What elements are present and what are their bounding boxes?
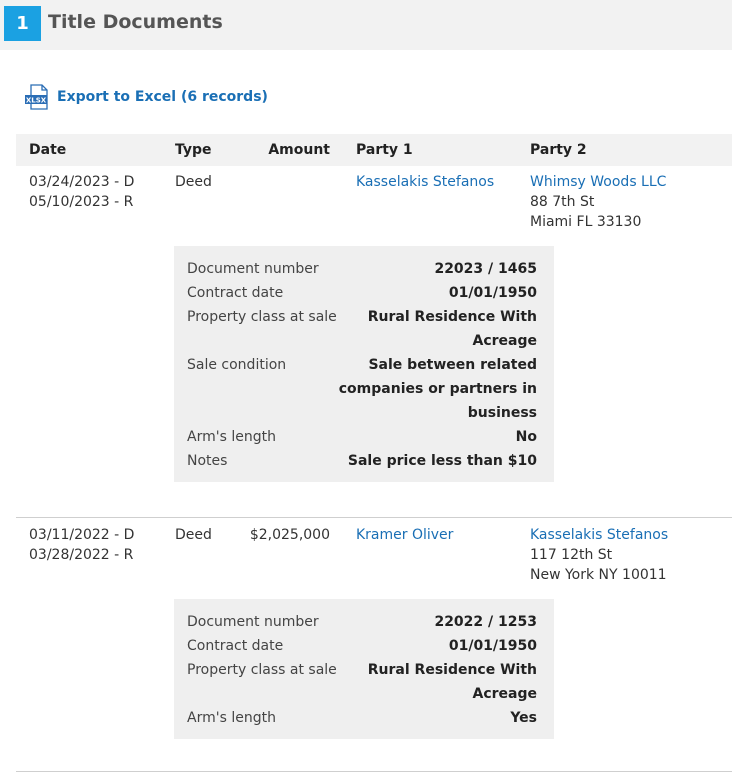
party1-link[interactable]: Kramer Oliver [356, 525, 453, 545]
party2-link[interactable]: Whimsy Woods LLC [530, 172, 666, 192]
document-details-panel: Document number 22022 / 1253 Contract da… [174, 599, 554, 739]
detail-value: business [467, 405, 537, 421]
row-divider [16, 517, 732, 518]
detail-value: 01/01/1950 [448, 285, 537, 301]
detail-value: No [515, 429, 537, 445]
detail-label: Contract date [187, 638, 284, 654]
column-header-type[interactable]: Type [175, 142, 212, 158]
section-header: 1 Title Documents [0, 0, 732, 50]
recorded-date-r: 03/28/2022 - R [29, 547, 134, 563]
detail-value: 22023 / 1465 [434, 261, 537, 277]
detail-label: Arm's length [187, 429, 276, 445]
detail-value: Rural Residence With [367, 309, 537, 325]
doc-amount: $2,025,000 [249, 527, 330, 543]
doc-type: Deed [175, 174, 212, 190]
detail-label: Document number [187, 261, 319, 277]
detail-label: Property class at sale [187, 309, 337, 325]
party2-address-line2: Miami FL 33130 [530, 214, 642, 230]
section-number-badge: 1 [4, 6, 41, 41]
column-header-amount[interactable]: Amount [268, 142, 330, 158]
detail-label: Property class at sale [187, 662, 337, 678]
detail-label: Document number [187, 614, 319, 630]
party2-address-line2: New York NY 10011 [530, 567, 667, 583]
detail-label: Sale condition [187, 357, 287, 373]
export-excel-link[interactable]: XLSX Export to Excel (6 records) [24, 84, 268, 110]
detail-value: Acreage [472, 333, 538, 349]
detail-value: 01/01/1950 [448, 638, 537, 654]
doc-type: Deed [175, 527, 212, 543]
detail-label: Notes [187, 453, 228, 469]
recorded-date-d: 03/24/2023 - D [29, 174, 135, 190]
document-details-panel: Document number 22023 / 1465 Contract da… [174, 246, 554, 482]
detail-value: Acreage [472, 686, 538, 702]
recorded-date-r: 05/10/2023 - R [29, 194, 134, 210]
detail-label: Contract date [187, 285, 284, 301]
recorded-date-d: 03/11/2022 - D [29, 527, 135, 543]
column-header-date[interactable]: Date [29, 142, 66, 158]
export-label[interactable]: Export to Excel (6 records) [57, 89, 268, 105]
party2-address-line1: 117 12th St [530, 547, 613, 563]
party1-link[interactable]: Kasselakis Stefanos [356, 172, 494, 192]
column-header-party2[interactable]: Party 2 [530, 142, 587, 158]
detail-value: 22022 / 1253 [434, 614, 537, 630]
row-divider [16, 771, 732, 772]
xlsx-file-icon: XLSX [25, 84, 48, 110]
xlsx-icon-text: XLSX [26, 96, 47, 104]
table-header: Date Type Amount Party 1 Party 2 [16, 134, 732, 166]
detail-value: Sale price less than $10 [347, 453, 537, 469]
detail-value: Rural Residence With [367, 662, 537, 678]
party2-address-line1: 88 7th St [530, 194, 595, 210]
section-title: Title Documents [48, 11, 223, 33]
detail-value: Yes [510, 710, 537, 726]
detail-label: Arm's length [187, 710, 276, 726]
party2-link[interactable]: Kasselakis Stefanos [530, 525, 668, 545]
column-header-party1[interactable]: Party 1 [356, 142, 413, 158]
detail-value: companies or partners in [338, 381, 537, 397]
detail-value: Sale between related [368, 357, 537, 373]
